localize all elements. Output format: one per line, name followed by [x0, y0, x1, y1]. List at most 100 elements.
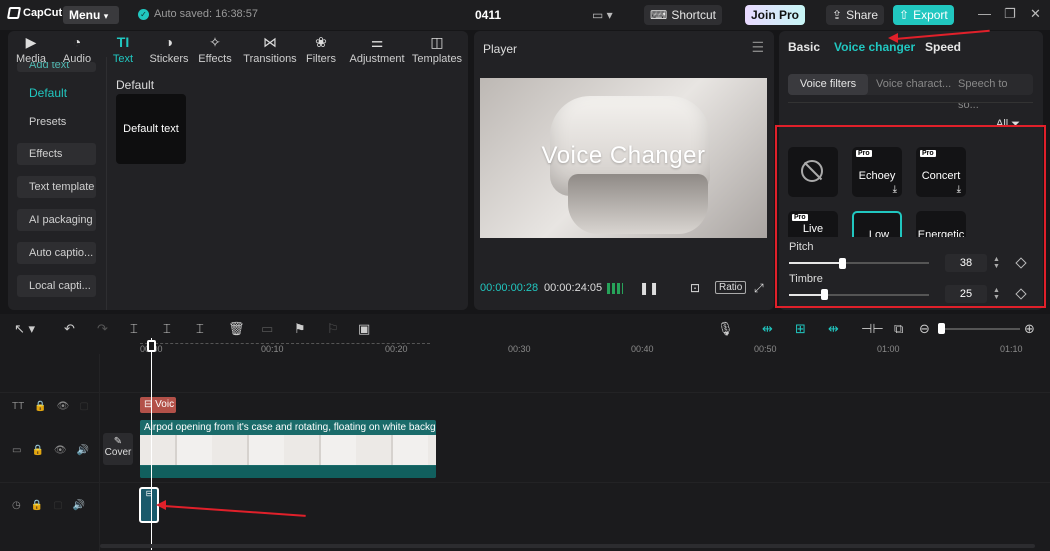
lock-icon[interactable]: 🔒	[34, 401, 46, 412]
capcut-window: CapCut Menu ▾ ✓ Auto saved: 16:38:57 0411…	[0, 0, 1050, 551]
time-ruler[interactable]: 00:00 00:10 00:20 00:30 00:40 00:50 01:0…	[140, 342, 1040, 356]
select-tool-icon[interactable]: ↖ ▾	[14, 321, 35, 337]
subtab-voice-filters[interactable]: Voice filters	[788, 74, 868, 95]
subtab-voice-characters[interactable]: Voice charact...	[870, 74, 957, 95]
sidebar-item-ai-packaging[interactable]: AI packaging	[17, 209, 96, 231]
track-placeholder-icon: ▢	[79, 401, 89, 412]
eye-icon[interactable]: 👁	[57, 401, 70, 412]
default-text-card[interactable]: Default text	[116, 94, 186, 164]
zoom-out-icon[interactable]: ⊖	[919, 321, 930, 337]
lock-icon[interactable]: 🔒	[31, 500, 43, 511]
playhead-handle[interactable]	[147, 340, 156, 352]
video-clip[interactable]: Airpod opening from it's case and rotati…	[140, 420, 436, 478]
none-icon	[801, 160, 823, 182]
speaker-icon[interactable]: 🔊	[77, 445, 89, 456]
linkage-icon[interactable]: ⇹	[828, 321, 839, 337]
track-placeholder-icon: ▢	[53, 500, 63, 511]
pitch-value-input[interactable]: 38	[945, 254, 987, 272]
overlay-text[interactable]: Voice Changer	[480, 142, 767, 170]
delete-icon[interactable]: 🗑	[228, 321, 245, 337]
pitch-keyframe-icon[interactable]	[1015, 257, 1027, 269]
pitch-stepper-icon[interactable]: ▲ ▼	[993, 256, 1000, 270]
voice-card-energetic[interactable]: Energetic	[916, 211, 966, 237]
undo-icon[interactable]: ↶	[64, 321, 75, 337]
sidebar-item-auto-captions[interactable]: Auto captio...	[17, 242, 96, 264]
zoom-in-icon[interactable]: ⊕	[1024, 321, 1035, 337]
speaker-icon[interactable]: 🔊	[73, 500, 85, 511]
pause-icon[interactable]: ❚❚	[639, 281, 659, 295]
cover-button[interactable]: ✎ Cover	[103, 433, 133, 465]
export-button[interactable]: ⇧ Export	[893, 5, 954, 25]
ruler-label: 01:10	[1000, 344, 1023, 354]
tab-effects[interactable]: ✧ Effects	[192, 33, 238, 65]
sidebar-item-presets[interactable]: Presets	[17, 111, 96, 133]
marker-off-icon[interactable]: ⚐	[327, 321, 339, 337]
ratio-button[interactable]: Ratio	[715, 281, 747, 294]
zoom-slider[interactable]	[940, 328, 1020, 330]
sidebar-item-local-captions[interactable]: Local capti...	[17, 275, 96, 297]
sidebar-item-default[interactable]: Default	[17, 82, 96, 104]
audio-track-header: ◷ 🔒 ▢ 🔊	[12, 500, 85, 511]
tab-transitions[interactable]: ⋈ Transitions	[240, 33, 300, 65]
playhead[interactable]	[151, 338, 152, 550]
layout-icon[interactable]: ▭ ▾	[592, 8, 613, 22]
tab-adjustment[interactable]: ⚌ Adjustment	[347, 33, 407, 65]
fit-icon[interactable]: ⧉	[894, 321, 903, 337]
redo-icon[interactable]: ↷	[97, 321, 108, 337]
zoom-slider-handle[interactable]	[938, 323, 945, 334]
join-pro-button[interactable]: Join Pro	[745, 5, 806, 25]
pitch-slider-handle[interactable]	[839, 258, 846, 269]
tab-filters[interactable]: ❀ Filters	[298, 33, 344, 65]
voice-card-echoey[interactable]: Pro Echoey ⤓	[852, 147, 902, 197]
freeze-icon[interactable]: ▭	[261, 321, 273, 337]
project-name[interactable]: 0411	[475, 8, 501, 22]
timbre-slider-handle[interactable]	[821, 289, 828, 300]
sidebar-item-effects[interactable]: Effects	[17, 143, 96, 165]
main-track-magnet-icon[interactable]: ⇹	[762, 321, 773, 337]
tab-basic[interactable]: Basic	[788, 40, 820, 54]
sidebar-item-add-text[interactable]: Add text	[17, 62, 96, 72]
sidebar-item-text-template[interactable]: Text template	[17, 176, 96, 198]
image-icon[interactable]: ▣	[358, 321, 370, 337]
microphone-icon[interactable]: 🎙	[717, 321, 734, 337]
hamburger-menu-icon[interactable]: ☰	[751, 39, 764, 56]
tab-stickers[interactable]: ◑ Stickers	[146, 33, 192, 65]
split-left-icon[interactable]: ⌶	[163, 321, 171, 337]
share-button[interactable]: ⇪ Share	[826, 5, 885, 25]
timbre-value-input[interactable]: 25	[945, 285, 987, 303]
menu-button[interactable]: Menu ▾	[63, 6, 119, 24]
shortcut-button[interactable]: ⌨ Shortcut	[644, 5, 723, 25]
horizontal-scrollbar[interactable]	[100, 544, 1035, 548]
preview-axis-icon[interactable]: ⊣⊢	[861, 321, 884, 337]
timbre-slider[interactable]	[789, 294, 929, 296]
tab-templates[interactable]: ◫ Templates	[409, 33, 465, 65]
video-clip-caption: Airpod opening from it's case and rotati…	[144, 422, 436, 433]
split-icon[interactable]: ⌶	[130, 321, 138, 337]
filter-all-dropdown[interactable]: All ⏷	[996, 118, 1020, 131]
share-icon: ⇪	[832, 8, 843, 22]
screenshot-icon[interactable]: ⊡	[690, 281, 700, 295]
timbre-stepper-icon[interactable]: ▲ ▼	[993, 287, 1000, 301]
voice-card-concert[interactable]: Pro Concert ⤓	[916, 147, 966, 197]
voice-card-live[interactable]: Pro Live	[788, 211, 838, 237]
text-clip[interactable]: ⊟ Voic	[140, 397, 176, 413]
app-logo: CapCut	[6, 7, 62, 19]
minimize-icon[interactable]: —	[978, 6, 991, 21]
subtab-speech-to-song[interactable]: Speech to so...	[952, 74, 1033, 111]
split-right-icon[interactable]: ⌶	[196, 321, 204, 337]
restore-icon[interactable]: ❐	[1004, 6, 1016, 22]
player-panel: Player ☰ Voice Changer 00:00:00:28 00:00…	[474, 31, 774, 310]
marker-icon[interactable]: ⚑	[294, 321, 306, 337]
video-preview[interactable]: Voice Changer	[480, 78, 767, 238]
eye-icon[interactable]: 👁	[54, 445, 67, 456]
tab-speed[interactable]: Speed	[925, 40, 961, 54]
tab-voice-changer[interactable]: Voice changer	[834, 40, 915, 54]
timbre-keyframe-icon[interactable]	[1015, 288, 1027, 300]
close-icon[interactable]: ✕	[1030, 6, 1041, 22]
pitch-slider[interactable]	[789, 262, 929, 264]
voice-card-none[interactable]	[788, 147, 838, 197]
voice-card-low[interactable]: Low	[852, 211, 902, 237]
lock-icon[interactable]: 🔒	[31, 445, 43, 456]
fullscreen-icon[interactable]: ⤢	[754, 281, 764, 296]
auto-snap-icon[interactable]: ⊞	[795, 321, 806, 337]
